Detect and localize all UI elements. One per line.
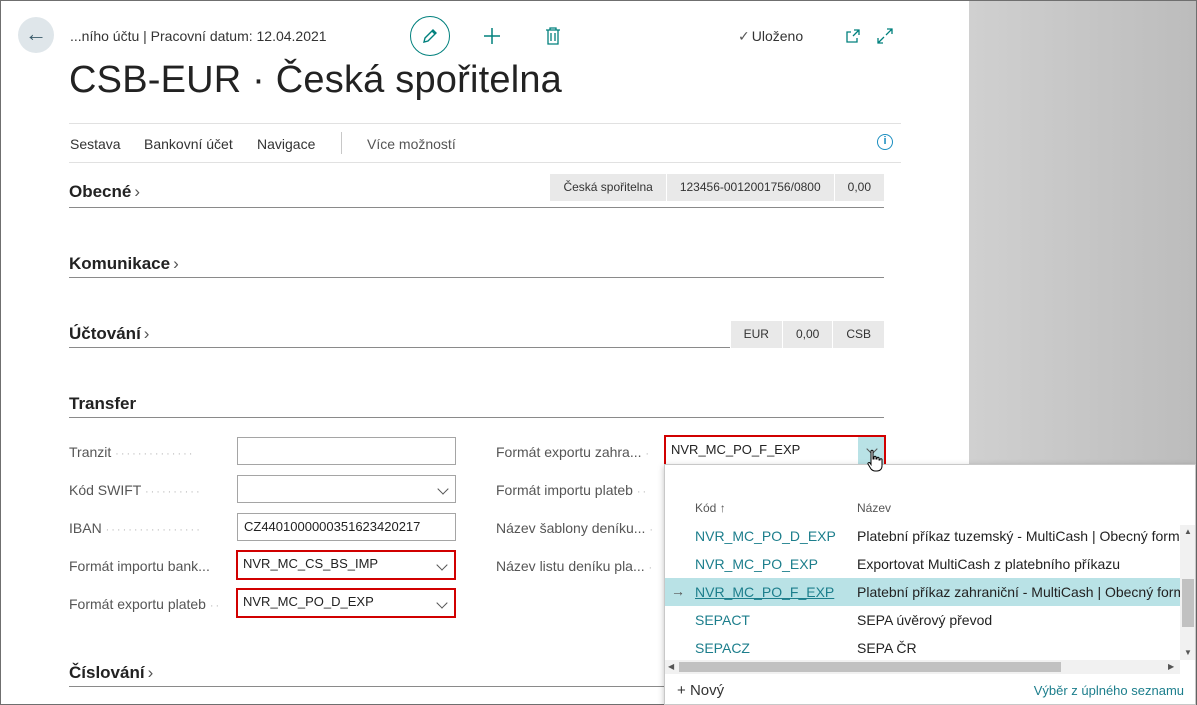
label-tranzit: Tranzit ·············· <box>69 444 195 460</box>
label-swift: Kód SWIFT ·········· <box>69 482 202 498</box>
scroll-left-icon[interactable]: ◀ <box>668 662 674 671</box>
label-export-plateb: Formát exportu plateb ·· <box>69 596 222 612</box>
edit-button[interactable] <box>410 16 450 56</box>
section-obecne-summary: Česká spořitelna 123456-0012001756/0800 … <box>549 174 884 201</box>
import-bank-format-select[interactable]: NVR_MC_CS_BS_IMP <box>236 550 456 580</box>
scroll-up-icon[interactable]: ▲ <box>1184 527 1192 536</box>
chevron-down-icon <box>436 597 448 609</box>
action-bankovni-ucet[interactable]: Bankovní účet <box>144 136 233 152</box>
chevron-down-icon <box>437 483 449 495</box>
lookup-new-button[interactable]: + Nový <box>677 682 724 699</box>
action-sestava[interactable]: Sestava <box>70 136 121 152</box>
back-button[interactable]: ← <box>18 17 54 53</box>
chevron-right-icon: › <box>134 182 141 201</box>
action-more-options[interactable]: Více možností <box>367 136 456 152</box>
info-icon[interactable]: i <box>877 134 893 150</box>
checkmark-icon: ✓ <box>738 28 750 44</box>
section-komunikace-title[interactable]: Komunikace › <box>69 254 179 273</box>
action-navigace[interactable]: Navigace <box>257 136 315 152</box>
chevron-right-icon: › <box>147 663 154 682</box>
lookup-row[interactable]: SEPACZ SEPA ČR <box>665 634 1180 662</box>
arrow-right-icon: → <box>671 583 685 599</box>
lookup-full-list-link[interactable]: Výběr z úplného seznamu <box>1034 683 1184 698</box>
delete-button[interactable] <box>541 23 565 49</box>
section-transfer: Transfer <box>69 394 884 418</box>
page-title: CSB-EUR · Česká spořitelna <box>69 59 563 101</box>
export-payment-format-select[interactable]: NVR_MC_PO_D_EXP <box>236 588 456 618</box>
plus-icon <box>484 28 500 44</box>
lookup-row-selected[interactable]: → NVR_MC_PO_F_EXP Platební příkaz zahranič… <box>665 578 1195 606</box>
saved-status: ✓ Uloženo <box>738 28 804 44</box>
label-import-plateb: Formát importu plateb ·· <box>496 482 649 498</box>
pencil-icon <box>423 29 437 43</box>
tranzit-input[interactable] <box>237 437 456 465</box>
summary-posting-group: CSB <box>832 321 884 348</box>
scroll-down-icon[interactable]: ▼ <box>1184 648 1192 657</box>
section-komunikace: Komunikace › <box>69 254 884 278</box>
section-obecne-title[interactable]: Obecné › <box>69 182 140 201</box>
label-export-zahr: Formát exportu zahra... · <box>496 444 652 460</box>
summary-currency: EUR <box>729 321 782 348</box>
plus-icon: + <box>677 682 686 699</box>
vertical-scrollbar[interactable]: ▲ ▼ <box>1180 525 1195 660</box>
iban-input[interactable]: CZ4401000000351623420217 <box>237 513 456 541</box>
section-obecne: Obecné › Česká spořitelna 123456-00120017… <box>69 174 884 208</box>
open-new-window-button[interactable] <box>843 26 863 46</box>
summary-bank-name: Česká spořitelna <box>549 174 666 201</box>
new-button[interactable] <box>479 23 505 49</box>
export-foreign-format-select[interactable]: NVR_MC_PO_F_EXP <box>664 435 886 467</box>
label-iban: IBAN ················· <box>69 520 202 536</box>
label-sablona: Název šablony deníku... · <box>496 520 655 536</box>
summary-amount: 0,00 <box>781 321 833 348</box>
action-separator <box>341 132 342 154</box>
lookup-col-code[interactable]: Kód ↑ <box>695 501 726 515</box>
section-uctovani: Účtování › EUR 0,00 CSB <box>69 321 884 348</box>
lookup-row[interactable]: NVR_MC_PO_EXP Exportovat MultiCash z plat… <box>665 550 1180 578</box>
hand-cursor-icon <box>867 449 883 472</box>
chevron-down-icon <box>436 559 448 571</box>
section-transfer-title[interactable]: Transfer <box>69 394 136 413</box>
section-ciselovani-title[interactable]: Číslování › <box>69 663 153 682</box>
section-uctovani-title[interactable]: Účtování › <box>69 324 149 343</box>
expand-button[interactable] <box>875 26 895 46</box>
chevron-right-icon: › <box>173 254 179 273</box>
label-import-bank: Formát importu bank... <box>69 558 210 574</box>
lookup-row[interactable]: SEPACT SEPA úvěrový převod <box>665 606 1180 634</box>
horizontal-scroll-thumb[interactable] <box>679 662 1061 672</box>
section-uctovani-summary: EUR 0,00 CSB <box>729 321 884 348</box>
lookup-footer: + Nový Výběr z úplného seznamu <box>665 677 1195 704</box>
sort-ascending-icon: ↑ <box>719 501 726 515</box>
open-in-new-icon <box>846 29 860 43</box>
label-list: Název listu deníku pla... · <box>496 558 655 574</box>
chevron-right-icon: › <box>143 324 150 343</box>
summary-balance: 0,00 <box>833 174 884 201</box>
horizontal-scrollbar[interactable]: ◀ ▶ <box>665 660 1180 674</box>
lookup-col-name[interactable]: Název <box>857 501 891 515</box>
lookup-dropdown: Kód ↑ Název NVR_MC_PO_D_EXP Platební přík… <box>664 464 1196 705</box>
expand-icon <box>877 28 893 44</box>
action-bar: Sestava Bankovní účet Navigace Více možn… <box>69 123 901 163</box>
summary-account-no: 123456-0012001756/0800 <box>665 174 834 201</box>
scroll-right-icon[interactable]: ▶ <box>1168 662 1174 671</box>
swift-select[interactable] <box>237 475 456 503</box>
arrow-left-icon: ← <box>25 21 47 46</box>
breadcrumb: ...ního účtu | Pracovní datum: 12.04.202… <box>70 28 327 44</box>
trash-icon <box>546 27 560 45</box>
vertical-scroll-thumb[interactable] <box>1182 579 1194 627</box>
lookup-row[interactable]: NVR_MC_PO_D_EXP Platební příkaz tuzemský … <box>665 522 1191 550</box>
